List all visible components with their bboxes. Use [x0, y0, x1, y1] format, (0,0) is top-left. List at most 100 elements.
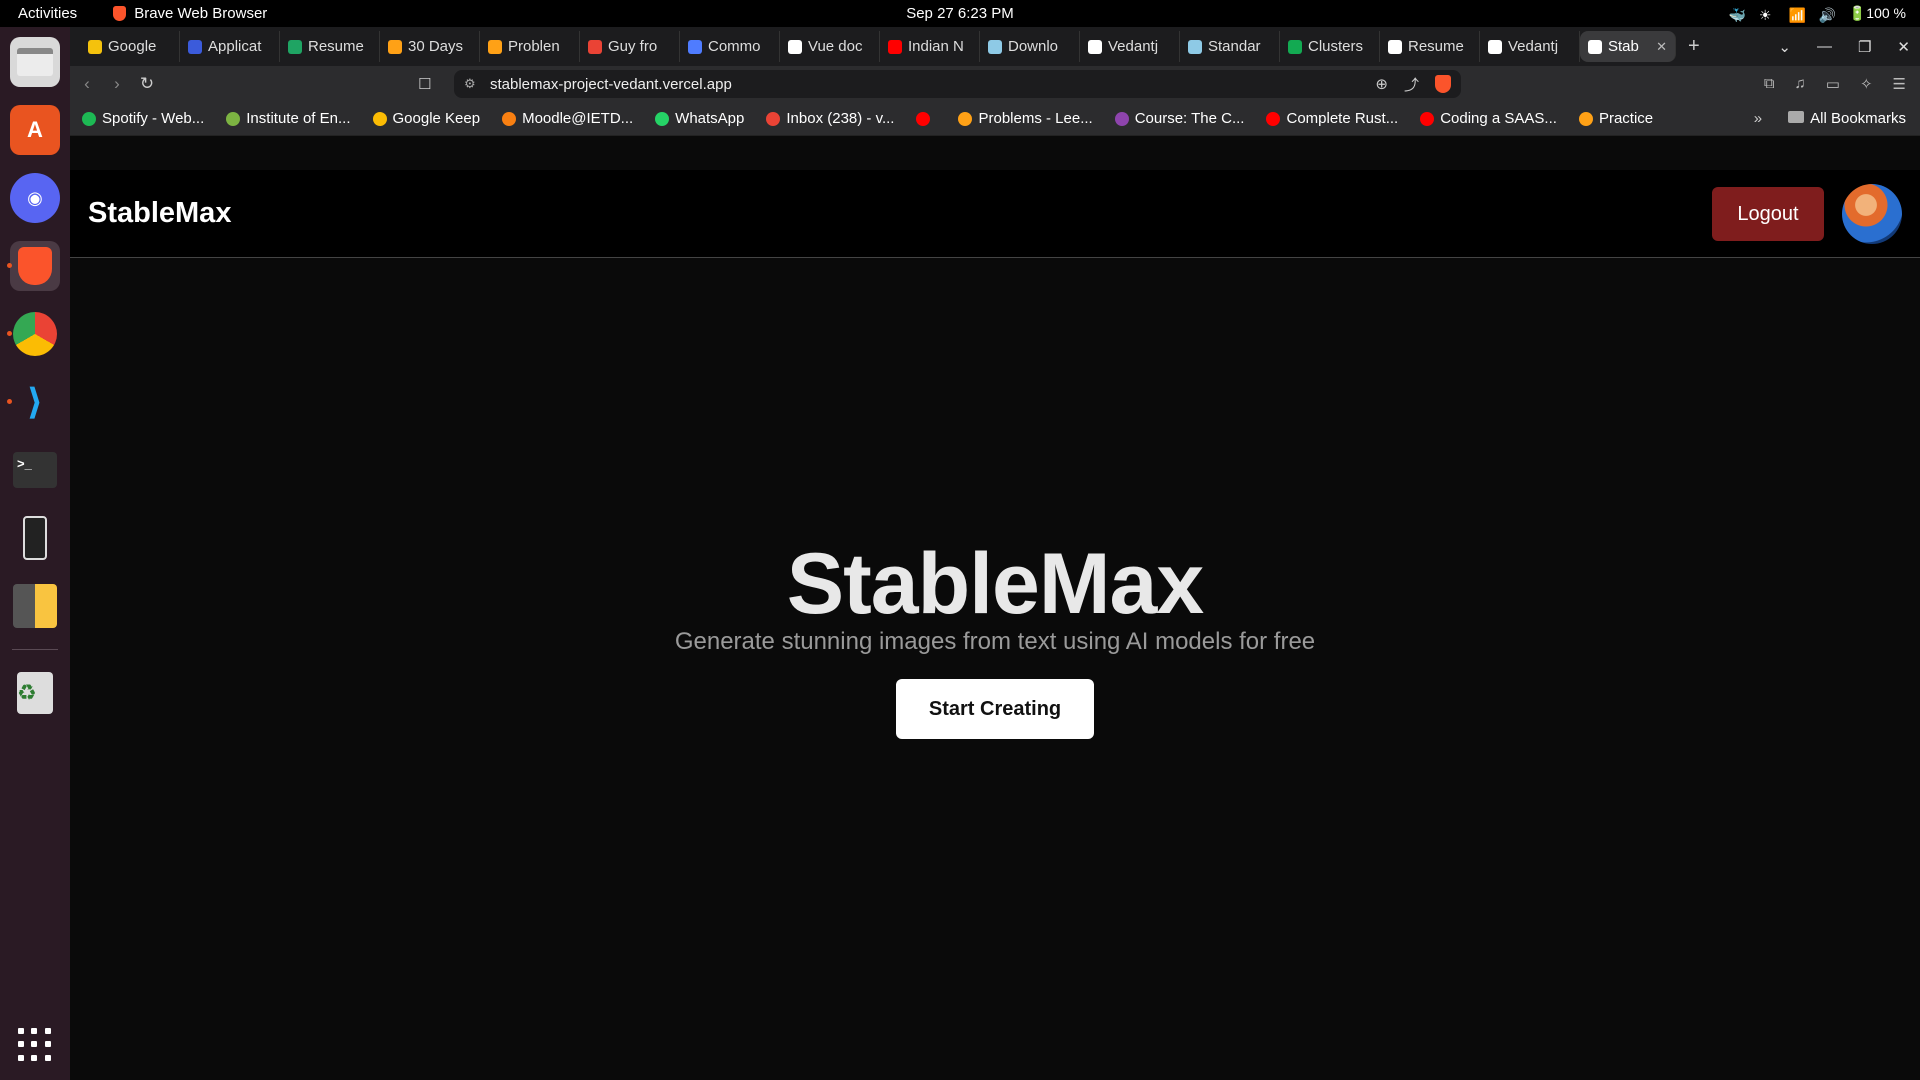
battery-status: 🔋100 %	[1848, 5, 1906, 21]
bookmark-favicon-icon	[82, 111, 96, 126]
browser-tab[interactable]: Vedantj	[1080, 31, 1180, 62]
tab-label: Downlo	[1008, 38, 1059, 55]
media-icon[interactable]: ♫	[1795, 75, 1806, 93]
system-top-bar: Activities Brave Web Browser Sep 27 6:23…	[0, 0, 1920, 27]
tab-close-icon[interactable]: ✕	[1656, 39, 1667, 55]
zoom-icon[interactable]: ⊕	[1375, 75, 1388, 93]
more-bookmarks-icon[interactable]: »	[1754, 110, 1762, 127]
dock-kdeconnect[interactable]	[10, 513, 60, 563]
bookmark-item[interactable]: Moodle@IETD...	[502, 110, 633, 127]
bookmark-label: Complete Rust...	[1286, 110, 1399, 127]
bookmark-label: Spotify - Web...	[102, 110, 205, 127]
reload-icon[interactable]: ↻	[132, 74, 162, 94]
tab-label: Guy fro	[608, 38, 658, 55]
start-creating-button[interactable]: Start Creating	[896, 679, 1094, 739]
bookmark-label: Inbox (238) - v...	[786, 110, 895, 127]
bookmark-item[interactable]: Course: The C...	[1114, 110, 1245, 127]
tab-label: Clusters	[1308, 38, 1364, 55]
tab-favicon-icon	[1188, 39, 1202, 54]
dock-trash[interactable]: ♻	[10, 668, 60, 718]
bookmark-item[interactable]: Institute of En...	[226, 110, 351, 127]
site-info-icon[interactable]: ⚙	[464, 76, 482, 92]
bookmark-favicon-icon	[1578, 111, 1593, 126]
address-bar[interactable]: ⚙ stablemax-project-vedant.vercel.app ⊕ …	[454, 70, 1461, 98]
tab-label: Resume	[308, 38, 364, 55]
bookmark-item[interactable]: Complete Rust...	[1266, 110, 1398, 127]
browser-tab[interactable]: Vue doc	[780, 31, 880, 62]
bookmark-item[interactable]: Coding a SAAS...	[1420, 110, 1557, 127]
dock-terminal[interactable]: >_	[10, 445, 60, 495]
new-tab-button[interactable]: +	[1688, 35, 1700, 58]
dock-discord[interactable]: ◉	[10, 173, 60, 223]
clock[interactable]: Sep 27 6:23 PM	[906, 5, 1014, 22]
bookmark-item[interactable]: Practice	[1578, 110, 1653, 127]
browser-tab[interactable]: Guy fro	[580, 31, 680, 62]
minimize-icon[interactable]: —	[1817, 38, 1832, 55]
browser-tab[interactable]: Clusters	[1280, 31, 1380, 62]
logout-button[interactable]: Logout	[1712, 187, 1824, 241]
forward-icon[interactable]: ›	[102, 74, 132, 94]
bookmark-item[interactable]: WhatsApp	[655, 110, 744, 127]
extensions-icon[interactable]: ⧉	[1764, 75, 1775, 93]
bookmark-item[interactable]: Spotify - Web...	[82, 110, 204, 127]
wallet-icon[interactable]: ▭	[1826, 75, 1840, 93]
tab-favicon-icon	[1288, 39, 1302, 54]
share-icon[interactable]: ⤴	[1404, 74, 1419, 95]
site-brand[interactable]: StableMax	[88, 197, 231, 230]
bookmark-icon[interactable]: ☐	[418, 75, 431, 93]
dock-files[interactable]	[10, 37, 60, 87]
bookmark-label: Course: The C...	[1134, 110, 1245, 127]
url-text[interactable]: stablemax-project-vedant.vercel.app	[490, 76, 732, 93]
tab-favicon-icon	[588, 39, 602, 54]
dock-brave[interactable]	[7, 241, 60, 291]
menu-icon[interactable]: ☰	[1893, 75, 1906, 93]
browser-tab[interactable]: Vedantj	[1480, 31, 1580, 62]
tab-label: Vedantj	[1108, 38, 1159, 55]
browser-tab[interactable]: Indian N	[880, 31, 980, 62]
activities-button[interactable]: Activities	[18, 5, 77, 22]
browser-tab[interactable]: Stab ✕	[1580, 31, 1676, 62]
leo-ai-icon[interactable]: ✧	[1860, 75, 1873, 93]
avatar[interactable]	[1842, 184, 1902, 244]
browser-tab[interactable]: Resume	[280, 31, 380, 62]
browser-tab[interactable]: 30 Days	[380, 31, 480, 62]
tab-label: Resume	[1408, 38, 1464, 55]
tab-label: Indian N	[908, 38, 964, 55]
bookmark-favicon-icon	[958, 111, 973, 126]
bookmark-item[interactable]: Google Keep	[372, 110, 480, 127]
dock-app-center[interactable]: A	[10, 105, 60, 155]
dock-vscode[interactable]: ⟩	[7, 377, 60, 427]
tab-label: Applicat	[208, 38, 262, 55]
system-tray[interactable]: 🐳 ☀ 📶 🔊 🔋100 %	[1728, 5, 1906, 23]
brave-shields-icon[interactable]	[1435, 75, 1451, 93]
bookmark-label: Coding a SAAS...	[1440, 110, 1557, 127]
tab-search-icon[interactable]: ⌄	[1778, 38, 1791, 56]
browser-tab[interactable]: Commo	[680, 31, 780, 62]
browser-tab[interactable]: Standar	[1180, 31, 1280, 62]
all-bookmarks-button[interactable]: All Bookmarks	[1788, 110, 1906, 127]
active-app-menu[interactable]: Brave Web Browser	[113, 5, 267, 22]
browser-tab[interactable]: Google	[80, 31, 180, 62]
discord-icon: ◉	[27, 187, 43, 208]
browser-tab[interactable]: Downlo	[980, 31, 1080, 62]
wifi-icon: 📶	[1788, 6, 1807, 23]
show-apps-button[interactable]	[18, 1028, 52, 1062]
bookmark-item[interactable]	[916, 111, 936, 126]
bookmark-favicon-icon	[916, 111, 931, 126]
bookmark-item[interactable]: Inbox (238) - v...	[766, 110, 894, 127]
dock-calculator[interactable]	[10, 581, 60, 631]
dock: A ◉ ⟩ >_ ♻	[0, 27, 70, 1080]
bookmark-item[interactable]: Problems - Lee...	[958, 110, 1093, 127]
dock-chrome[interactable]	[7, 309, 60, 359]
close-icon[interactable]: ✕	[1897, 38, 1910, 56]
tab-favicon-icon	[188, 39, 202, 54]
browser-tab[interactable]: Problen	[480, 31, 580, 62]
all-bookmarks-label: All Bookmarks	[1810, 110, 1906, 127]
browser-tab[interactable]: Resume	[1380, 31, 1480, 62]
tab-favicon-icon	[1388, 39, 1402, 54]
back-icon[interactable]: ‹	[72, 74, 102, 94]
maximize-icon[interactable]: ❐	[1858, 38, 1871, 56]
browser-tab[interactable]: Applicat	[180, 31, 280, 62]
tab-label: Problen	[508, 38, 560, 55]
docker-icon: 🐳	[1728, 6, 1747, 23]
